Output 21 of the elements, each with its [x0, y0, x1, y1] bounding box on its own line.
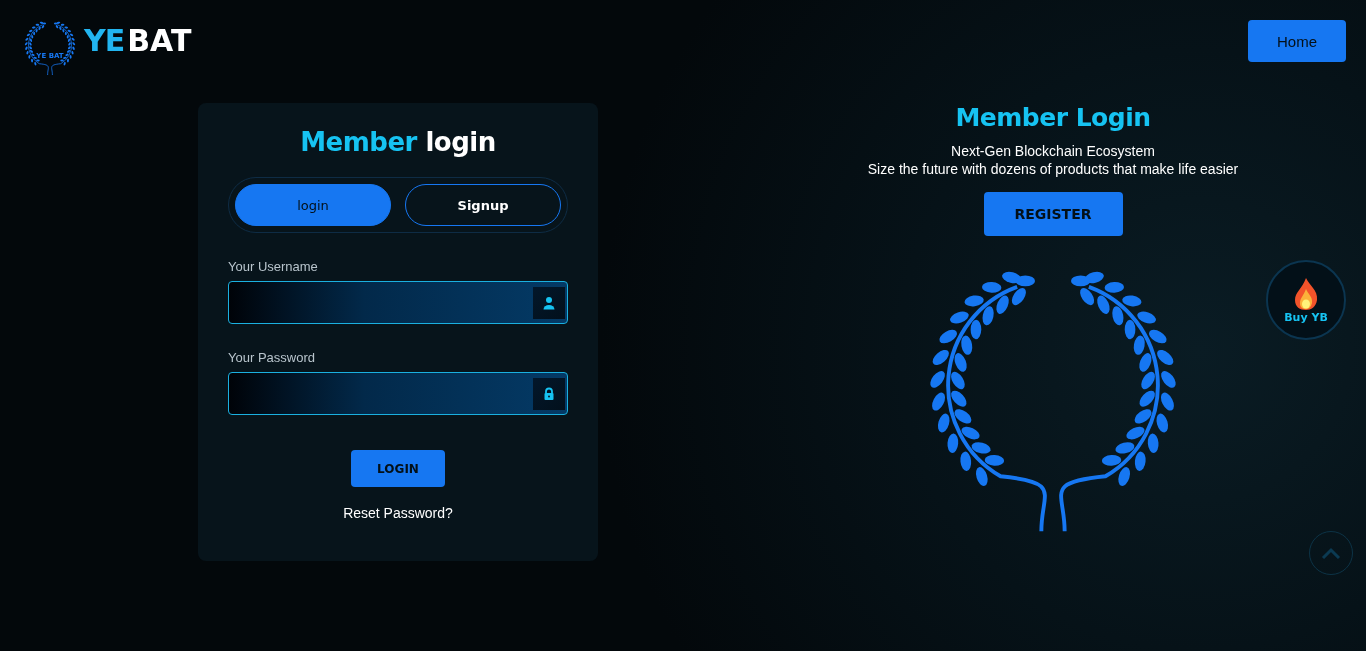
tab[interactable]: login: [235, 184, 391, 226]
promo-subtitle: Next-Gen Blockchain Ecosystem: [951, 142, 1155, 160]
buy-token-button[interactable]: Buy YB: [1266, 260, 1346, 340]
laurel-icon: [22, 20, 78, 76]
chevron-up-icon: [1321, 547, 1341, 559]
password-field[interactable]: [228, 372, 568, 415]
home-button[interactable]: Home: [1248, 20, 1346, 62]
reset-password-link[interactable]: Reset Password?: [343, 505, 453, 521]
field-label: Your Username: [228, 259, 319, 274]
promo-tagline: Size the future with dozens of products that make life easier: [867, 160, 1239, 178]
field-label: Your Password: [228, 350, 316, 365]
logo-wordmark: BAT: [127, 22, 192, 58]
flame-icon: [1293, 276, 1319, 311]
register-button[interactable]: REGISTER: [983, 192, 1123, 236]
username-field[interactable]: [228, 281, 568, 324]
user-icon: [533, 286, 565, 319]
lock-icon: [533, 377, 565, 410]
card-title: Member login: [300, 127, 496, 157]
login-button[interactable]: LOGIN: [351, 450, 445, 487]
promo-title: Member Login: [955, 103, 1151, 132]
logo-wordmark: YE: [84, 22, 125, 58]
